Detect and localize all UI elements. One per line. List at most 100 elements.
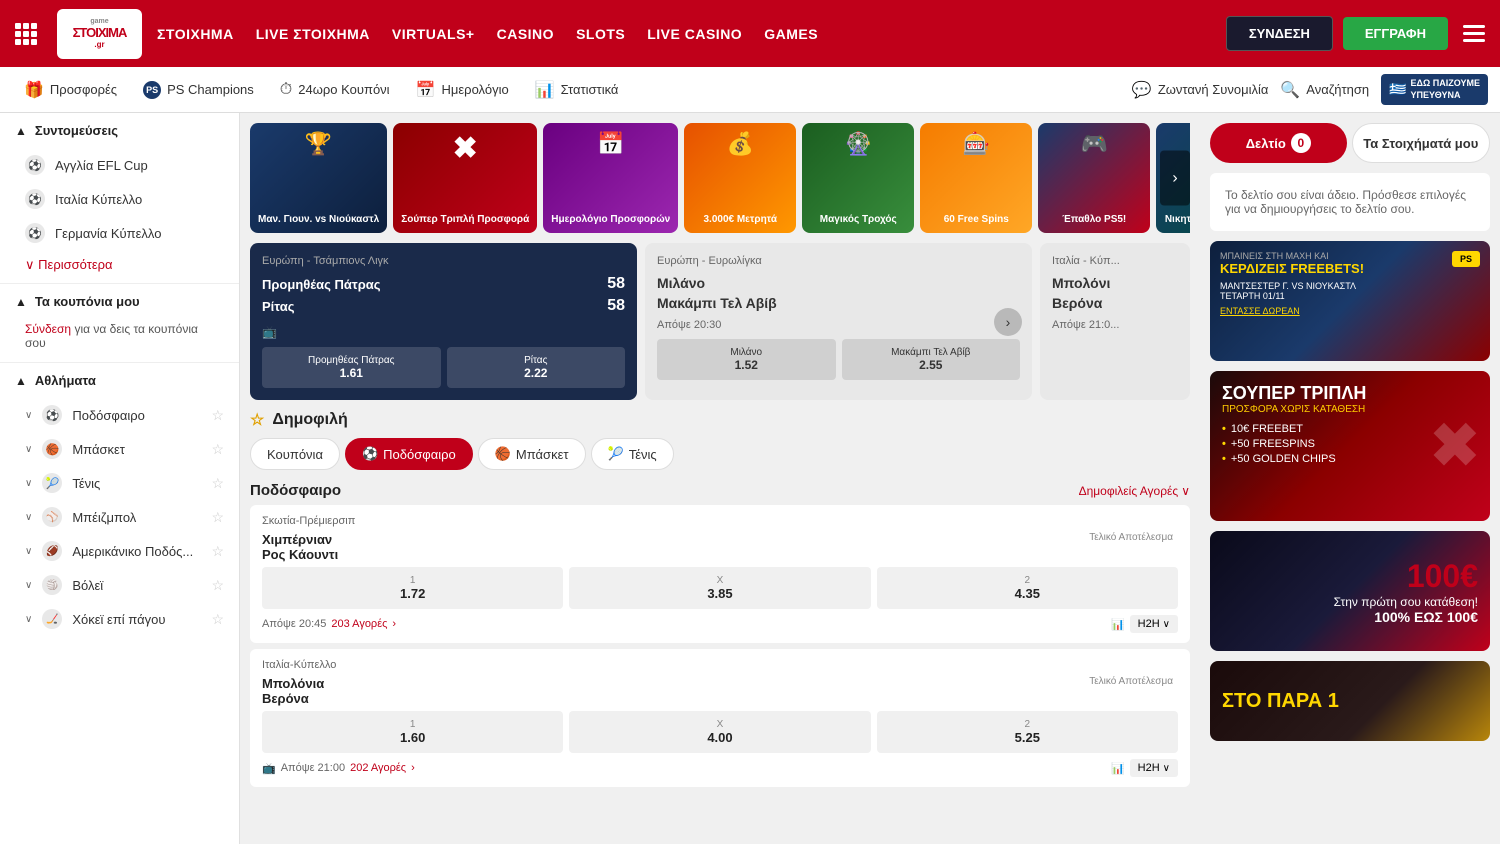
promo-banner-3[interactable]: 100€ Στην πρώτη σου κατάθεση! 100% ΕΩΣ 1… — [1210, 531, 1490, 651]
promo-card-label6: 60 Free Spins — [944, 214, 1009, 225]
sidebar-sport-tennis[interactable]: ∨ 🎾 Τένις ☆ — [0, 466, 239, 500]
england-label: Αγγλία EFL Cup — [55, 158, 148, 173]
h2h-btn-1[interactable]: H2H ∨ — [1130, 615, 1178, 633]
live-game-card-1[interactable]: Ευρώπη - Τσάμπιονς Λιγκ Προμηθέας Πάτρας… — [250, 243, 637, 400]
hamburger-menu[interactable] — [1458, 20, 1490, 47]
ps-champions-nav-item[interactable]: PS PS Champions — [131, 76, 266, 104]
promo-card-souper-triph[interactable]: ✖ Σούπερ Τριπλή Προσφορά — [393, 123, 537, 233]
odd-x-match2[interactable]: Χ 4.00 — [569, 711, 870, 753]
logo[interactable]: game ΣΤΟΙΧΙΜΑ .gr — [57, 9, 142, 59]
promo-card-magikos[interactable]: 🎡 Μαγικός Τροχός — [802, 123, 914, 233]
odd-x-match1[interactable]: Χ 3.85 — [569, 567, 870, 609]
nav-live-stoixima[interactable]: LIVE ΣΤΟΙΧΗΜΑ — [256, 26, 370, 42]
live-game-card-3[interactable]: Ιταλία - Κύπ... Μπολόνι Βερόνα Απόψε 21:… — [1040, 243, 1190, 400]
col2-label2: Χ — [717, 719, 724, 730]
teams-names-2: Μπολόνια Βερόνα — [262, 676, 1089, 706]
coupons-login-link[interactable]: Σύνδεση — [25, 322, 71, 336]
nav-live-casino[interactable]: LIVE CASINO — [647, 26, 742, 42]
promo-banner-2[interactable]: ✖ ΣΟΥΠΕΡ ΤΡΙΠΛΗ ΠΡΟΣΦΟΡΑ ΧΩΡΙΣ ΚΑΤΑΘΕΣΗ … — [1210, 371, 1490, 521]
sidebar-sport-american-football[interactable]: ∨ 🏈 Αμερικάνικο Ποδός... ☆ — [0, 534, 239, 568]
odd-btn-1-1[interactable]: Προμηθέας Πάτρας 1.61 — [262, 347, 441, 388]
more-shortcuts[interactable]: ∨ Περισσότερα — [0, 250, 239, 283]
bet-markets-2[interactable]: 202 Αγορές — [350, 762, 406, 774]
sidebar-item-italia[interactable]: ⚽ Ιταλία Κύπελλο — [0, 182, 239, 216]
grid-menu-button[interactable] — [10, 18, 42, 50]
tab-football[interactable]: ⚽ Ποδόσφαιρο — [345, 438, 473, 470]
nav-casino[interactable]: CASINO — [497, 26, 554, 42]
tab-basketball[interactable]: 🏀 Μπάσκετ — [478, 438, 586, 470]
syntohefseis-header[interactable]: ▲ Συντομεύσεις — [0, 113, 239, 148]
odd-1-match2[interactable]: 1 1.60 — [262, 711, 563, 753]
bet-markets-1[interactable]: 203 Αγορές — [331, 618, 387, 630]
nav-games[interactable]: GAMES — [764, 26, 818, 42]
nav-stoixima[interactable]: ΣΤΟΙΧΗΜΑ — [157, 26, 234, 42]
deltio-button[interactable]: Δελτίο 0 — [1210, 123, 1347, 163]
promo-card-icon6: 🎰 — [963, 131, 990, 157]
ps-champions-label: PS Champions — [167, 82, 254, 97]
syndesi-button[interactable]: ΣΥΝΔΕΣΗ — [1226, 16, 1333, 51]
american-football-label: Αμερικάνικο Ποδός... — [72, 544, 193, 559]
sidebar-item-germania[interactable]: ⚽ Γερμανία Κύπελλο — [0, 216, 239, 250]
game2-nav-btn[interactable]: › — [994, 308, 1022, 336]
promo-card-ps-champions[interactable]: 🏆 Μαν. Γιουν. vs Νιούκαστλ — [250, 123, 387, 233]
promo-banner-1[interactable]: PS ΜΠΑΙΝΕΙΣ ΣΤΗ ΜΑΧΗ ΚΑΙ ΚΕΡΔΙΖΕΙΣ FREEB… — [1210, 241, 1490, 361]
football-label: Ποδόσφαιρο — [72, 408, 145, 423]
odd-btn-2-2[interactable]: Μακάμπι Τελ Αβίβ 2.55 — [842, 339, 1021, 380]
odd-btn-1-2[interactable]: Ρίτας 2.22 — [447, 347, 626, 388]
statistika-nav-item[interactable]: 📊 Στατιστικά — [523, 75, 631, 105]
bet-time-1: Απόψε 20:45 — [262, 618, 326, 630]
sidebar-sport-volleyball[interactable]: ∨ 🏐 Βόλεϊ ☆ — [0, 568, 239, 602]
team-row-5: Μπολόνι — [1052, 275, 1178, 291]
nav-links: ΣΤΟΙΧΗΜΑ LIVE ΣΤΟΙΧΗΜΑ VIRTUALS+ CASINO … — [157, 26, 1211, 42]
markets-label: Δημοφιλείς Αγορές — [1079, 484, 1179, 498]
live-game-card-2[interactable]: Ευρώπη - Ευρωλίγκα Μιλάνο Μακάμπι Τελ Αβ… — [645, 243, 1032, 400]
prosfores-nav-item[interactable]: 🎁 Προσφορές — [12, 75, 129, 105]
chevron-up-icon2: ▲ — [15, 295, 27, 309]
sidebar-sport-football[interactable]: ∨ ⚽ Ποδόσφαιρο ☆ — [0, 398, 239, 432]
live-games-section: Ευρώπη - Τσάμπιονς Λιγκ Προμηθέας Πάτρας… — [250, 243, 1190, 400]
nav-slots[interactable]: SLOTS — [576, 26, 625, 42]
basketball-tab-icon: 🏀 — [495, 446, 511, 462]
tv-icon-2: 📺 — [262, 762, 276, 775]
sidebar-item-england[interactable]: ⚽ Αγγλία EFL Cup — [0, 148, 239, 182]
my-bets-button[interactable]: Τα Στοιχήματά μου — [1352, 123, 1491, 163]
responsible-badge[interactable]: 🇬🇷 ΕΔΩ ΠΑΙΖΟΥΜΕ ΥΠΕΥΘΥΝΑ — [1381, 74, 1488, 105]
score2-1: 58 — [607, 297, 625, 315]
promo-card-free-spins[interactable]: 🎰 60 Free Spins — [920, 123, 1032, 233]
odd-2-match2[interactable]: 2 5.25 — [877, 711, 1178, 753]
tab-kouponia[interactable]: Κουπόνια — [250, 438, 340, 470]
sports-header[interactable]: ▲ Αθλήματα — [0, 363, 239, 398]
banner1-highlight: ΚΕΡΔΙΖΕΙΣ FREEBETS! — [1220, 261, 1480, 276]
odd-2-match1[interactable]: 2 4.35 — [877, 567, 1178, 609]
arrow-markets-1[interactable]: › — [392, 618, 396, 630]
h2h-btn-2[interactable]: H2H ∨ — [1130, 759, 1178, 777]
arrow-markets-2[interactable]: › — [411, 762, 415, 774]
popular-markets-right[interactable]: Δημοφιλείς Αγορές ∨ — [1079, 484, 1190, 498]
promo-card-metrhta[interactable]: 💰 3.000€ Μετρητά — [684, 123, 796, 233]
live-chat-button[interactable]: 💬 Ζωντανή Συνομιλία — [1132, 80, 1268, 100]
24h-nav-item[interactable]: ⏱ 24ωρο Κουπόνι — [268, 76, 402, 104]
promo-next-button[interactable]: › — [1160, 151, 1190, 206]
coupons-header[interactable]: ▲ Τα κουπόνια μου — [0, 284, 239, 319]
promo-card-label8: Νικητής Εβδομάδας — [1165, 214, 1190, 225]
promo-card-hmerologio[interactable]: 📅 Ημερολόγιο Προσφορών — [543, 123, 678, 233]
sidebar-sport-basketball[interactable]: ∨ 🏀 Μπάσκετ ☆ — [0, 432, 239, 466]
chat-icon: 💬 — [1132, 80, 1152, 100]
hmerologio-nav-item[interactable]: 📅 Ημερολόγιο — [404, 75, 521, 105]
result-label2: Τελικό Αποτέλεσμα — [1089, 676, 1173, 687]
odd-1-match1[interactable]: 1 1.72 — [262, 567, 563, 609]
chevron-up-icon3: ▲ — [15, 374, 27, 388]
promo-card-epathlo[interactable]: 🎮 Έπαθλο PS5! — [1038, 123, 1150, 233]
search-button[interactable]: 🔍 Αναζήτηση — [1280, 80, 1369, 100]
promo-banner-4[interactable]: ΣΤΟ ΠΑΡΑ 1 — [1210, 661, 1490, 741]
calendar-icon: 📅 — [416, 80, 436, 100]
sidebar-sport-beizbol[interactable]: ∨ ⚾ Μπέιζμπολ ☆ — [0, 500, 239, 534]
sidebar-sport-hockey[interactable]: ∨ 🏒 Χόκεϊ επί πάγου ☆ — [0, 602, 239, 636]
basketball-tab-label: Μπάσκετ — [516, 447, 569, 462]
nav-virtuals[interactable]: VIRTUALS+ — [392, 26, 475, 42]
eggrafh-button[interactable]: ΕΓΓΡΑΦΗ — [1343, 17, 1448, 50]
banner1-cta[interactable]: ΕΝΤΑΣΣΕ ΔΩΡΕΑΝ — [1220, 306, 1480, 316]
tab-tennis[interactable]: 🎾 Τένις — [591, 438, 674, 470]
odd-btn-2-1[interactable]: Μιλάνο 1.52 — [657, 339, 836, 380]
hmerologio-label: Ημερολόγιο — [442, 82, 509, 97]
